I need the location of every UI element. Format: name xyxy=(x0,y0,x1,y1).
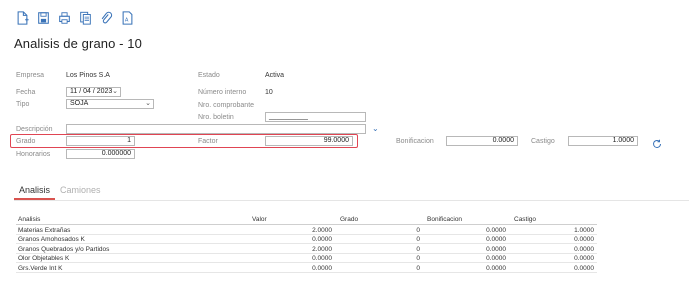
table-cell: 0.0000 xyxy=(486,264,506,272)
tab-analisis[interactable]: Analisis xyxy=(19,184,50,196)
copy-document-icon[interactable] xyxy=(75,9,96,26)
table-cell: 0.0000 xyxy=(574,264,594,272)
column-header-grado: Grado xyxy=(340,216,359,223)
table-row[interactable]: Granos Amohosados K 0.0000 0 0.0000 0.0000 xyxy=(16,235,597,245)
table-cell: 0 xyxy=(416,255,420,263)
tipo-label: Tipo xyxy=(16,101,30,108)
column-header-valor: Valor xyxy=(252,216,267,223)
nro-comprobante-label: Nro. comprobante xyxy=(198,102,255,109)
table-cell: 2.0000 xyxy=(312,245,332,253)
nro-boletin-label: Nro. boletin xyxy=(198,114,234,121)
descripcion-chevron-down-icon[interactable]: ⌄ xyxy=(372,125,379,133)
table-row[interactable]: Granos Quebrados y/o Partidos 2.0000 0 0.00… xyxy=(16,245,597,254)
table-cell: 0.0000 xyxy=(486,236,506,244)
bonificacion-input[interactable]: 0.0000 xyxy=(446,136,518,146)
bonificacion-label: Bonificacion xyxy=(396,138,434,145)
column-header-bonificacion: Bonificacion xyxy=(427,216,463,223)
active-tab-indicator xyxy=(14,198,55,200)
row-divider xyxy=(16,271,597,273)
numero-interno-value: 10 xyxy=(265,89,273,96)
table-row[interactable]: Materias Extrañas 2.0000 0 0.0000 1.0000 xyxy=(16,226,597,235)
chevron-down-icon: ⌄ xyxy=(112,88,118,95)
new-document-icon[interactable] xyxy=(12,9,33,26)
table-cell: 0 xyxy=(416,227,420,234)
grado-input[interactable]: 1 xyxy=(66,136,135,146)
toolbar: A xyxy=(12,9,138,26)
table-cell: Granos Amohosados K xyxy=(18,236,85,244)
estado-label: Estado xyxy=(198,72,220,79)
print-icon[interactable] xyxy=(54,9,75,26)
table-cell: 0.0000 xyxy=(312,255,332,263)
nro-boletin-input[interactable]: __________ xyxy=(265,112,366,122)
honorarios-label: Honorarios xyxy=(16,151,51,158)
table-cell: Materias Extrañas xyxy=(18,227,71,234)
table-cell: 0 xyxy=(416,236,420,244)
table-row[interactable]: Grs.Verde Int K 0.0000 0 0.0000 0.0000 xyxy=(16,264,597,273)
table-cell: 0.0000 xyxy=(312,264,332,272)
column-header-analisis: Analisis xyxy=(18,216,41,223)
tipo-value: SOJA xyxy=(70,100,89,107)
table-cell: 1.0000 xyxy=(574,227,594,234)
fecha-value: 11 / 04 / 2023 xyxy=(70,88,113,95)
tipo-select[interactable]: SOJA ⌄ xyxy=(66,99,154,109)
table-cell: 2.0000 xyxy=(312,227,332,234)
tab-bar: Analisis Camiones xyxy=(14,184,689,201)
descripcion-label: Descripción xyxy=(16,126,53,133)
empresa-label: Empresa xyxy=(16,72,45,79)
pdf-icon[interactable]: A xyxy=(117,9,138,26)
tab-camiones[interactable]: Camiones xyxy=(60,184,101,196)
table-cell: 0 xyxy=(416,264,420,272)
table-cell: 0.0000 xyxy=(486,227,506,234)
refresh-icon[interactable] xyxy=(652,136,662,148)
fecha-label: Fecha xyxy=(16,89,36,96)
estado-value: Activa xyxy=(265,72,285,79)
honorarios-input[interactable]: 0.000000 xyxy=(66,149,135,159)
factor-input[interactable]: 99.0000 xyxy=(265,136,353,146)
table-header-divider xyxy=(16,224,597,225)
descripcion-input[interactable] xyxy=(66,124,366,134)
numero-interno-label: Número interno xyxy=(198,89,247,96)
factor-label: Factor xyxy=(198,138,218,145)
table-cell: 0 xyxy=(416,245,420,253)
grado-label: Grado xyxy=(16,138,36,145)
table-row[interactable]: Olor Objetables K 0.0000 0 0.0000 0.0000 xyxy=(16,254,597,264)
page-title: Analisis de grano - 10 xyxy=(14,36,142,51)
table-cell: Olor Objetables K xyxy=(18,255,70,263)
castigo-label: Castigo xyxy=(531,138,555,145)
fecha-date-picker[interactable]: 11 / 04 / 2023 ⌄ xyxy=(66,87,121,97)
table-cell: Grs.Verde Int K xyxy=(18,264,63,272)
save-icon[interactable] xyxy=(33,9,54,26)
table-cell: 0.0000 xyxy=(312,236,332,244)
table-cell: 0.0000 xyxy=(574,245,594,253)
svg-text:A: A xyxy=(125,17,129,23)
table-cell: 0.0000 xyxy=(574,255,594,263)
table-cell: 0.0000 xyxy=(486,245,506,253)
attach-icon[interactable] xyxy=(96,9,117,26)
table-cell: 0.0000 xyxy=(574,236,594,244)
castigo-input[interactable]: 1.0000 xyxy=(568,136,638,146)
table-cell: Granos Quebrados y/o Partidos xyxy=(18,245,110,253)
empresa-value: Los Pinos S.A xyxy=(66,72,110,79)
chevron-down-icon: ⌄ xyxy=(145,100,151,107)
table-cell: 0.0000 xyxy=(486,255,506,263)
column-header-castigo: Castigo xyxy=(514,216,537,223)
